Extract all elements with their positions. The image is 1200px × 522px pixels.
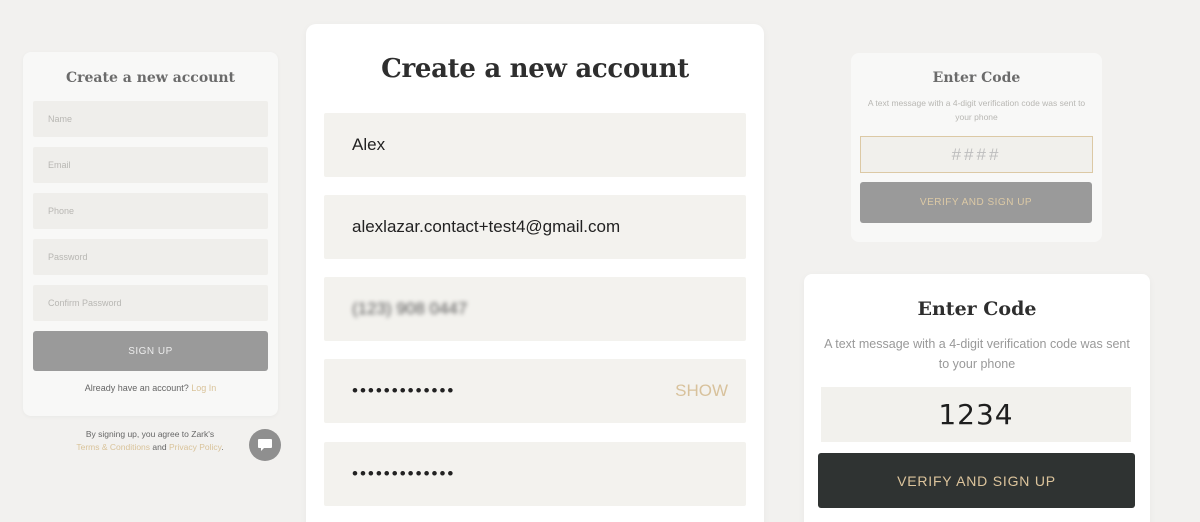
email-field-large[interactable] [324, 195, 746, 259]
terms-prefix: By signing up, you agree to Zark's [85, 429, 215, 439]
signup-card-large: Create a new account SHOW [306, 24, 764, 522]
email-field-small[interactable] [33, 147, 268, 183]
name-input-large[interactable] [324, 113, 746, 177]
enter-code-card-small: Enter Code A text message with a 4-digit… [851, 53, 1102, 242]
email-input-large[interactable] [324, 195, 746, 259]
name-input-small[interactable] [33, 101, 268, 137]
confirm-password-input-small[interactable] [33, 285, 268, 321]
terms-suffix: . [221, 442, 224, 452]
signup-card-small: Create a new account SIGN UP Already hav… [23, 52, 278, 416]
verify-button-large[interactable]: VERIFY AND SIGN UP [818, 453, 1135, 508]
phone-field-small[interactable] [33, 193, 268, 229]
login-prompt: Already have an account? Log In [23, 383, 278, 393]
code-input-large[interactable] [821, 387, 1131, 442]
login-prompt-text: Already have an account? [84, 383, 189, 393]
password-field-large[interactable]: SHOW [324, 359, 746, 423]
enter-code-card-large: Enter Code A text message with a 4-digit… [804, 274, 1150, 522]
terms-and: and [152, 442, 167, 452]
verify-button-small[interactable]: VERIFY AND SIGN UP [860, 182, 1092, 223]
code-field-small[interactable] [860, 136, 1093, 173]
confirm-password-field-small[interactable] [33, 285, 268, 321]
password-field-small[interactable] [33, 239, 268, 275]
enter-code-description-large: A text message with a 4-digit verificati… [824, 337, 1130, 371]
code-field-large[interactable] [821, 387, 1131, 442]
privacy-link[interactable]: Privacy Policy [169, 442, 221, 452]
name-field-large[interactable] [324, 113, 746, 177]
terms-link[interactable]: Terms & Conditions [76, 442, 150, 452]
password-input-small[interactable] [33, 239, 268, 275]
confirm-password-input-large[interactable] [324, 442, 746, 506]
enter-code-title-large: Enter Code [917, 298, 1037, 320]
signup-title-small: Create a new account [66, 70, 235, 86]
name-field-small[interactable] [33, 101, 268, 137]
terms-notice: By signing up, you agree to Zark's Terms… [40, 428, 260, 454]
signup-button-small[interactable]: SIGN UP [33, 331, 268, 371]
enter-code-description-small: A text message with a 4-digit verificati… [867, 98, 1086, 122]
chat-bubble-icon [258, 439, 272, 451]
phone-field-large[interactable] [324, 277, 746, 341]
phone-input-large[interactable] [324, 277, 746, 341]
chat-button[interactable] [249, 429, 281, 461]
signup-title-large: Create a new account [381, 54, 689, 84]
confirm-password-field-large[interactable] [324, 442, 746, 506]
enter-code-title-small: Enter Code [932, 70, 1021, 86]
phone-input-small[interactable] [33, 193, 268, 229]
email-input-small[interactable] [33, 147, 268, 183]
code-input-small[interactable] [861, 137, 1092, 172]
login-link[interactable]: Log In [191, 383, 216, 393]
show-password-button[interactable]: SHOW [675, 381, 728, 401]
